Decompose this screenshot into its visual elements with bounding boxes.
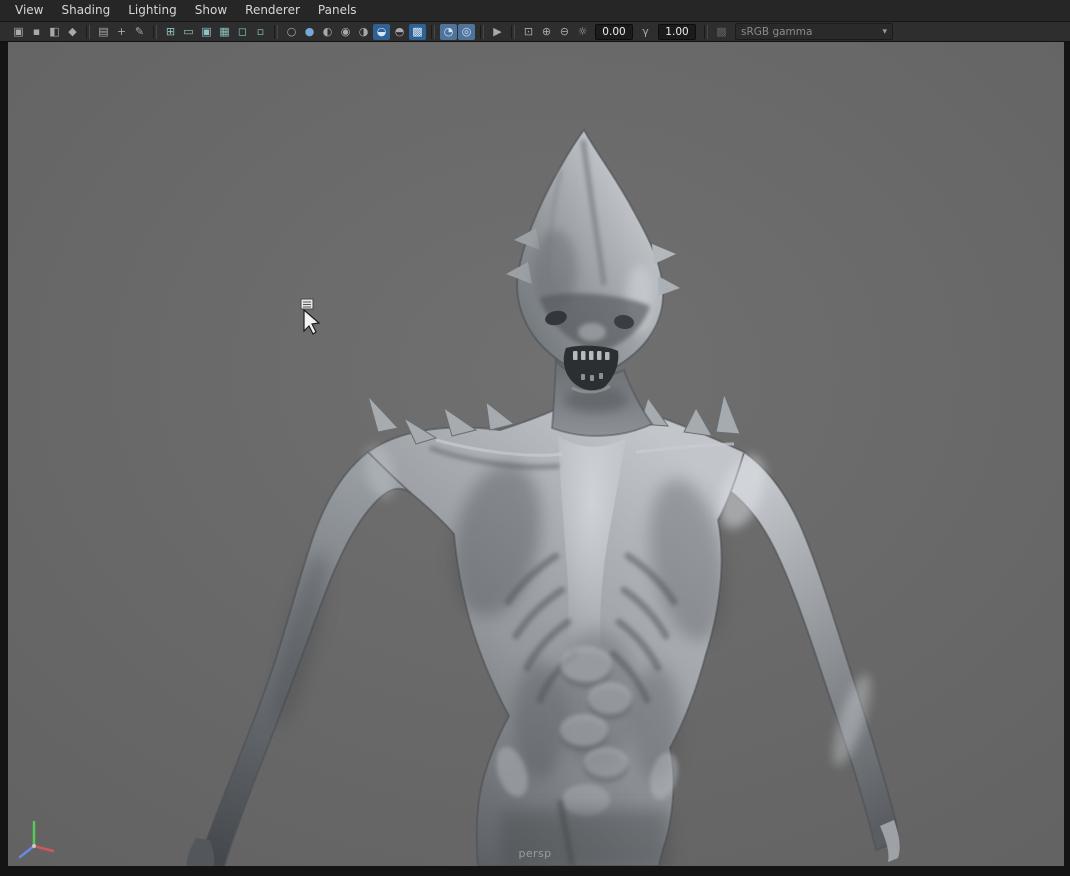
viewport-3d[interactable]: persp xyxy=(0,42,1070,876)
xray-icon[interactable]: ◔ xyxy=(440,24,457,40)
menu-item-lighting[interactable]: Lighting xyxy=(119,0,186,21)
chevron-down-icon: ▾ xyxy=(882,27,887,37)
safe-title-icon[interactable]: ▫ xyxy=(252,24,269,40)
camera-lock-icon[interactable]: ▪ xyxy=(28,24,45,40)
toolbar-separator xyxy=(86,25,90,39)
image-plane-icon[interactable]: ▤ xyxy=(95,24,112,40)
isolate-select-icon[interactable]: ⊡ xyxy=(520,24,537,40)
smooth-shade-icon[interactable]: ● xyxy=(301,24,318,40)
panel-toolbar: ▣▪◧◆▤+✎⊞▭▣▦◻▫○●◐◉◑◒◓▩◔◎▶⊡⊕⊖☼0.00γ1.00▩sR… xyxy=(0,22,1070,42)
toolbar-separator xyxy=(153,25,157,39)
grease-pencil-icon[interactable]: ✎ xyxy=(131,24,148,40)
menu-item-view[interactable]: View xyxy=(6,0,52,21)
remove-from-isolation-icon[interactable]: ⊖ xyxy=(556,24,573,40)
toolbar-separator xyxy=(480,25,484,39)
textured-icon[interactable]: ◐ xyxy=(319,24,336,40)
bookmark-icon[interactable]: ◆ xyxy=(64,24,81,40)
gamma-icon[interactable]: γ xyxy=(637,24,654,40)
wireframe-on-shaded-icon[interactable]: ◎ xyxy=(458,24,475,40)
panel-menu-bar: ViewShadingLightingShowRendererPanels xyxy=(0,0,1070,22)
menu-item-show[interactable]: Show xyxy=(186,0,236,21)
wireframe-icon[interactable]: ○ xyxy=(283,24,300,40)
camera-attributes-icon[interactable]: ◧ xyxy=(46,24,63,40)
view-compass-icon[interactable]: ▣ xyxy=(10,24,27,40)
motion-blur-icon[interactable]: ◓ xyxy=(391,24,408,40)
toolbar-separator xyxy=(511,25,515,39)
shadows-icon[interactable]: ◑ xyxy=(355,24,372,40)
screen-space-ao-icon[interactable]: ◒ xyxy=(373,24,390,40)
toolbar-separator xyxy=(274,25,278,39)
add-to-isolation-icon[interactable]: ⊕ xyxy=(538,24,555,40)
viewport-scene[interactable] xyxy=(0,42,1070,876)
toolbar-separator xyxy=(704,25,708,39)
safe-action-icon[interactable]: ◻ xyxy=(234,24,251,40)
camera-label: persp xyxy=(519,847,552,860)
gamma-field[interactable]: 1.00 xyxy=(658,24,696,40)
gate-mask-icon[interactable]: ▦ xyxy=(216,24,233,40)
colorspace-icon[interactable]: ▩ xyxy=(713,24,730,40)
film-gate-icon[interactable]: ▭ xyxy=(180,24,197,40)
colorspace-select[interactable]: sRGB gamma ▾ xyxy=(735,23,893,40)
use-all-lights-icon[interactable]: ◉ xyxy=(337,24,354,40)
select-tool-icon[interactable]: ▶ xyxy=(489,24,506,40)
exposure-icon[interactable]: ☼ xyxy=(574,24,591,40)
menu-item-renderer[interactable]: Renderer xyxy=(236,0,309,21)
two-d-pan-zoom-icon[interactable]: + xyxy=(113,24,130,40)
menu-item-panels[interactable]: Panels xyxy=(309,0,366,21)
exposure-field[interactable]: 0.00 xyxy=(595,24,633,40)
resolution-gate-icon[interactable]: ▣ xyxy=(198,24,215,40)
grid-icon[interactable]: ⊞ xyxy=(162,24,179,40)
menu-item-shading[interactable]: Shading xyxy=(52,0,119,21)
anti-alias-icon[interactable]: ▩ xyxy=(409,24,426,40)
colorspace-label: sRGB gamma xyxy=(741,26,812,38)
toolbar-separator xyxy=(431,25,435,39)
